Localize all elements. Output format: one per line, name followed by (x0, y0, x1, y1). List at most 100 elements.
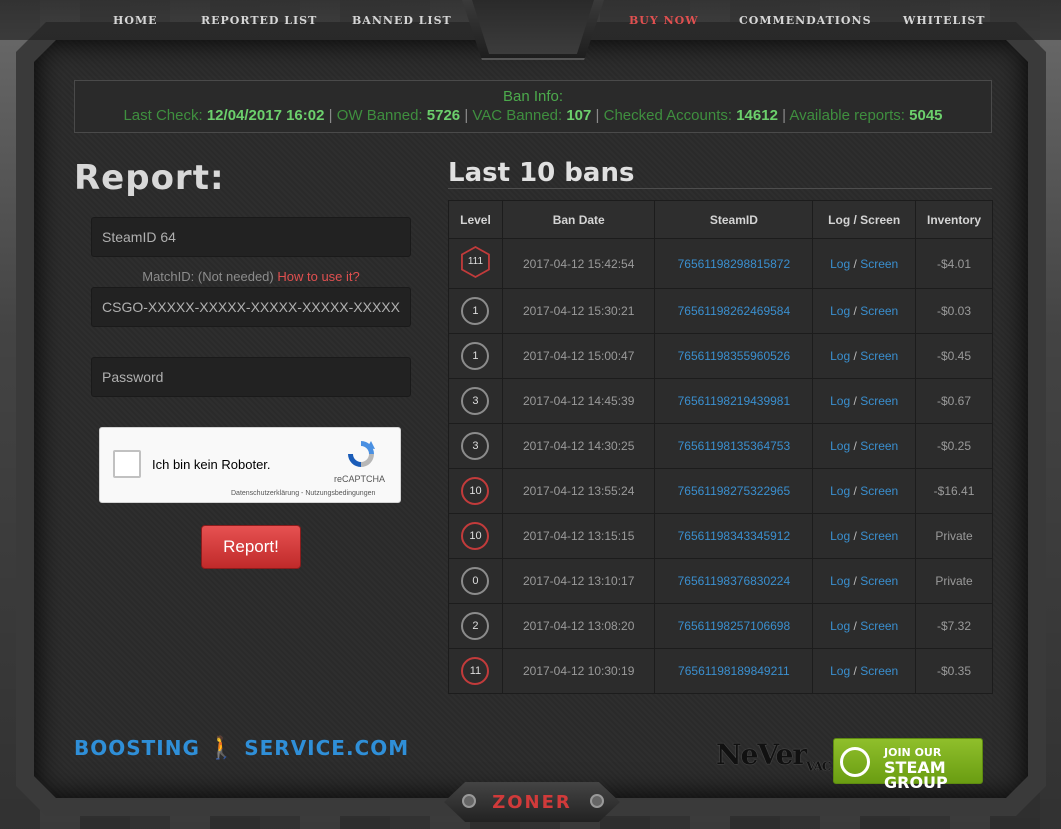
col-ban-date: Ban Date (501, 200, 656, 239)
steamid-cell: 76561198189849211 (654, 648, 814, 694)
steamid-link[interactable]: 76561198219439981 (678, 394, 791, 408)
log-link[interactable]: Log (830, 619, 850, 633)
how-to-use-link[interactable]: How to use it? (277, 269, 359, 284)
nav-commendations[interactable]: COMMENDATIONS (739, 14, 872, 27)
log-screen-cell: Log / Screen (812, 603, 917, 649)
checked-accounts-value: 14612 (736, 107, 778, 124)
bans-title: Last 10 bans (448, 158, 635, 188)
steamid-link[interactable]: 76561198275322965 (678, 484, 791, 498)
nav-buy-now[interactable]: BUY NOW (629, 14, 699, 27)
ban-date-cell: 2017-04-12 14:30:25 (501, 423, 656, 469)
steamid-cell: 76561198262469584 (654, 288, 814, 334)
screen-link[interactable]: Screen (860, 257, 898, 271)
nav-home[interactable]: HOME (113, 14, 158, 27)
inventory-cell: -$0.03 (915, 288, 993, 334)
screen-link[interactable]: Screen (860, 664, 898, 678)
separator: | (595, 107, 600, 124)
level-badge: 2 (461, 612, 490, 640)
steamid-link[interactable]: 76561198355960526 (678, 349, 791, 363)
ban-date-cell: 2017-04-12 13:15:15 (501, 513, 656, 559)
report-title: Report: (74, 158, 225, 198)
matchid-label-text: MatchID: (Not needed) (142, 269, 274, 284)
table-row: 10 2017-04-12 13:15:15 76561198343345912… (448, 513, 993, 559)
level-cell: 0 (448, 558, 503, 604)
steam-button-text: JOIN OUR STEAM GROUP (884, 745, 982, 791)
table-row: 10 2017-04-12 13:55:24 76561198275322965… (448, 468, 993, 514)
steamid-link[interactable]: 76561198343345912 (678, 529, 791, 543)
vac-banned-value: 107 (566, 107, 592, 124)
level-cell: 1 (448, 288, 503, 334)
screen-link[interactable]: Screen (860, 394, 898, 408)
screen-link[interactable]: Screen (860, 574, 898, 588)
table-row: 2 2017-04-12 13:08:20 76561198257106698 … (448, 603, 993, 649)
inventory-cell: -$0.45 (915, 333, 993, 379)
steamid-cell: 76561198275322965 (654, 468, 814, 514)
screen-link[interactable]: Screen (860, 439, 898, 453)
steamid-link[interactable]: 76561198298815872 (678, 257, 791, 271)
boosting-service-logo[interactable]: BOOSTING 🚶 SERVICE.COM (74, 736, 409, 761)
screen-link[interactable]: Screen (860, 304, 898, 318)
log-screen-cell: Log / Screen (812, 558, 917, 604)
ban-date-cell: 2017-04-12 15:42:54 (501, 238, 656, 289)
table-row: 11 2017-04-12 10:30:19 76561198189849211… (448, 648, 993, 694)
log-link[interactable]: Log (830, 484, 850, 498)
available-reports-label: Available reports: (789, 107, 905, 124)
level-cell: 3 (448, 378, 503, 424)
screen-link[interactable]: Screen (860, 484, 898, 498)
col-level: Level (448, 200, 503, 239)
recaptcha-terms[interactable]: Datenschutzerklärung - Nutzungsbedingung… (231, 490, 375, 497)
steamid-link[interactable]: 76561198262469584 (678, 304, 791, 318)
steamid-link[interactable]: 76561198189849211 (678, 664, 790, 678)
nav-reported-list[interactable]: REPORTED LIST (201, 14, 317, 27)
matchid-label: MatchID: (Not needed) How to use it? (91, 269, 411, 284)
screen-link[interactable]: Screen (860, 529, 898, 543)
nav-whitelist[interactable]: WHITELIST (903, 14, 985, 27)
ban-date-cell: 2017-04-12 15:00:47 (501, 333, 656, 379)
log-screen-cell: Log / Screen (812, 468, 917, 514)
recaptcha-icon (348, 441, 375, 467)
log-link[interactable]: Log (830, 257, 850, 271)
bans-table-body: 111 2017-04-12 15:42:54 7656119829881587… (448, 238, 993, 694)
steamid-cell: 76561198343345912 (654, 513, 814, 559)
inventory-cell: Private (915, 558, 993, 604)
screen-link[interactable]: Screen (860, 349, 898, 363)
log-link[interactable]: Log (830, 439, 850, 453)
report-button[interactable]: Report! (201, 525, 301, 569)
bans-header-row: Level Ban Date SteamID Log / Screen Inve… (448, 200, 993, 239)
log-screen-cell: Log / Screen (812, 378, 917, 424)
matchid-input[interactable] (91, 287, 411, 327)
log-screen-cell: Log / Screen (812, 288, 917, 334)
ow-banned-label: OW Banned: (336, 107, 423, 124)
ban-date-cell: 2017-04-12 14:45:39 (501, 378, 656, 424)
log-link[interactable]: Log (830, 349, 850, 363)
steamid-link[interactable]: 76561198376830224 (678, 574, 791, 588)
last-check-value: 12/04/2017 16:02 (206, 107, 325, 124)
screen-link[interactable]: Screen (860, 619, 898, 633)
level-cell: 10 (448, 513, 503, 559)
log-link[interactable]: Log (830, 529, 850, 543)
log-link[interactable]: Log (830, 574, 850, 588)
last-check-label: Last Check: (123, 107, 203, 124)
steamid-input[interactable] (91, 217, 411, 257)
table-row: 3 2017-04-12 14:45:39 76561198219439981 … (448, 378, 993, 424)
password-input[interactable] (91, 357, 411, 397)
nav-banned-list[interactable]: BANNED LIST (352, 14, 452, 27)
table-row: 1 2017-04-12 15:00:47 76561198355960526 … (448, 333, 993, 379)
log-link[interactable]: Log (830, 394, 850, 408)
zoner-logo: ZONER (492, 792, 572, 813)
ban-info-panel: Ban Info: Last Check: 12/04/2017 16:02 |… (74, 80, 992, 133)
inventory-cell: -$16.41 (915, 468, 993, 514)
level-cell: 3 (448, 423, 503, 469)
bans-table: Level Ban Date SteamID Log / Screen Inve… (448, 200, 993, 694)
recaptcha-checkbox[interactable] (113, 450, 141, 478)
steam-group-button[interactable]: JOIN OUR STEAM GROUP (833, 738, 983, 791)
separator: | (464, 107, 469, 124)
steamid-link[interactable]: 76561198257106698 (678, 619, 791, 633)
log-link[interactable]: Log (830, 304, 850, 318)
level-badge: 111 (461, 246, 490, 278)
col-inventory: Inventory (915, 200, 993, 239)
steamid-link[interactable]: 76561198135364753 (678, 439, 791, 453)
inventory-cell: -$4.01 (915, 238, 993, 289)
log-link[interactable]: Log (830, 664, 850, 678)
ban-date-cell: 2017-04-12 13:10:17 (501, 558, 656, 604)
